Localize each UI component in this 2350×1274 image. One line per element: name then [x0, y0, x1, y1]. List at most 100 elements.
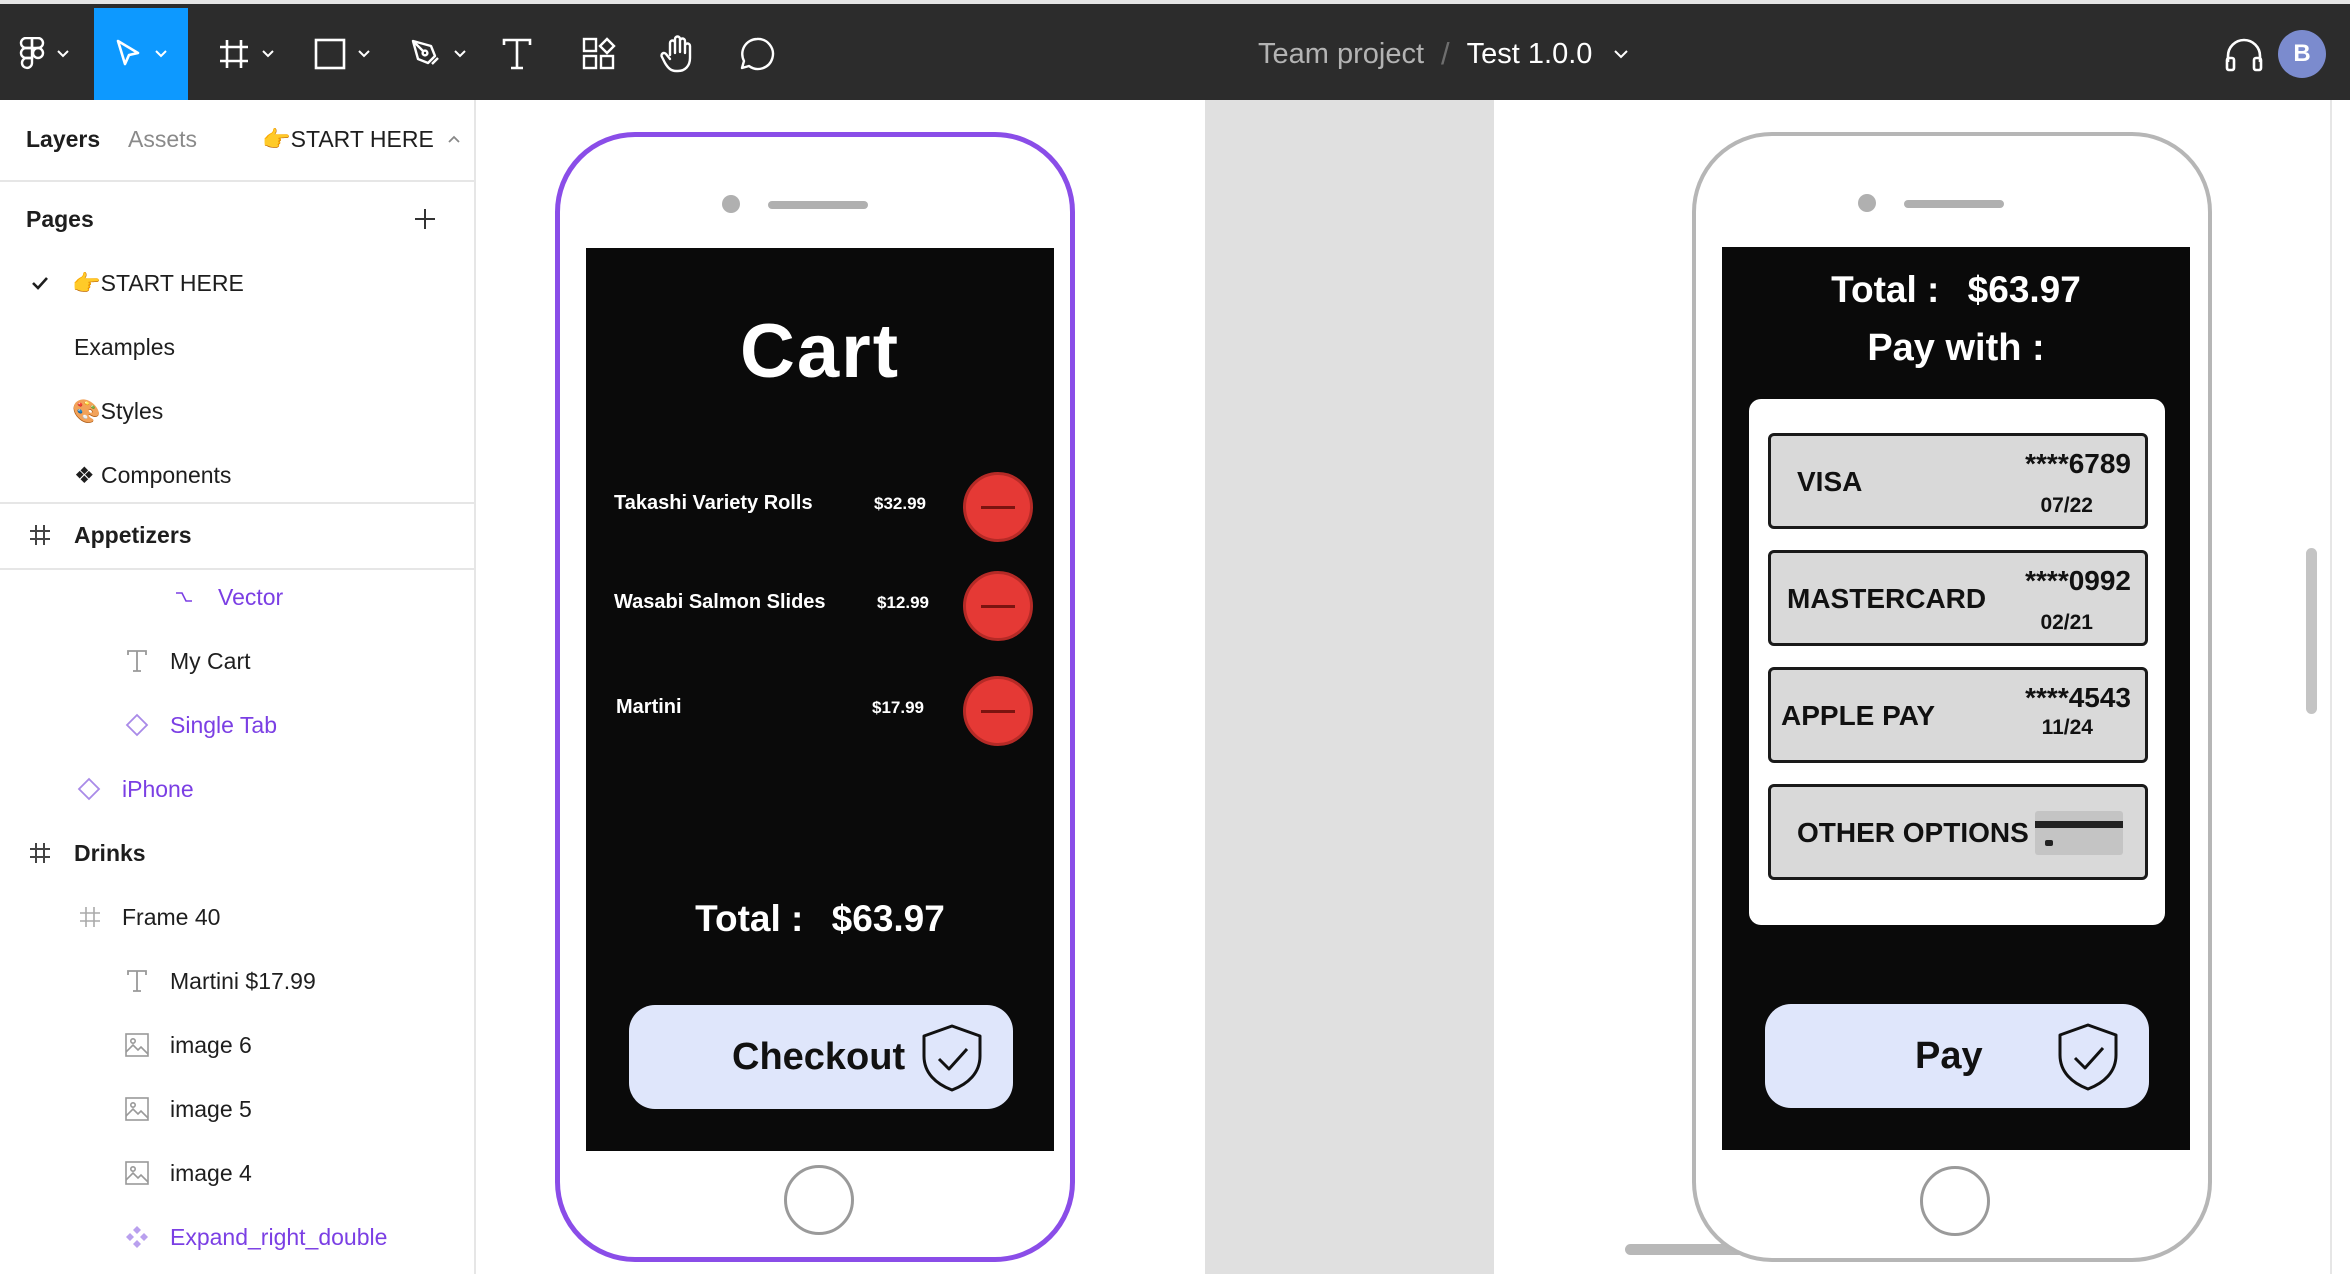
tab-assets[interactable]: Assets: [128, 126, 197, 153]
pay-button[interactable]: Pay: [1765, 1004, 2149, 1108]
text-tool-icon: [502, 38, 532, 70]
figma-editor: Team project / Test 1.0.0 B Layers Asset…: [0, 0, 2350, 1274]
comment-tool-button[interactable]: [737, 8, 777, 100]
hand-tool-button[interactable]: [658, 8, 698, 100]
layer-label: Appetizers: [74, 521, 192, 548]
image-icon: [124, 1160, 150, 1186]
pages-header: Pages: [0, 189, 474, 249]
layer-row-frame-40[interactable]: Frame 40: [0, 887, 474, 947]
current-page-label: 👉START HERE: [262, 126, 434, 152]
layer-label: Drinks: [74, 839, 146, 866]
cart-item: Wasabi Salmon Slides $12.99: [586, 571, 1054, 641]
image-icon: [124, 1032, 150, 1058]
page-item-components[interactable]: ❖ Components: [0, 445, 474, 505]
pay-with-heading: Pay with :: [1867, 327, 2045, 369]
layer-label: Single Tab: [170, 711, 277, 738]
chevron-down-icon: [358, 50, 370, 58]
layer-label: Vector: [218, 583, 284, 610]
minus-icon: [981, 604, 1015, 608]
minus-icon: [981, 709, 1015, 713]
cart-item-price: $32.99: [874, 494, 926, 513]
iphone-frame-payment[interactable]: Total : $63.97 Pay with : VISA ****6789 …: [1692, 132, 2212, 1262]
page-item-label: 👉START HERE: [72, 269, 244, 296]
headphones-icon: [2224, 38, 2264, 76]
layer-row-image-6[interactable]: image 6: [0, 1015, 474, 1075]
team-name-link[interactable]: Team project: [1258, 38, 1424, 71]
remove-item-button[interactable]: [963, 472, 1033, 542]
page-item-start-here[interactable]: 👉START HERE: [0, 253, 474, 313]
pen-tool-button[interactable]: [404, 8, 472, 100]
frame-tool-button[interactable]: [212, 8, 280, 100]
layer-row-drinks[interactable]: Drinks: [0, 823, 474, 883]
layer-row-appetizers[interactable]: Appetizers: [0, 505, 474, 565]
text-layer-icon: [126, 970, 148, 992]
audio-button[interactable]: [2224, 38, 2264, 77]
front-camera: [722, 195, 740, 213]
add-page-icon[interactable]: [410, 204, 440, 234]
layer-row-expand-right-double[interactable]: Expand_right_double: [0, 1207, 474, 1267]
user-avatar[interactable]: B: [2278, 30, 2326, 78]
layer-label: My Cart: [170, 647, 251, 674]
vertical-scrollbar[interactable]: [2306, 548, 2317, 714]
card-expiry: 07/22: [2040, 494, 2093, 517]
remove-item-button[interactable]: [963, 571, 1033, 641]
text-layer-icon: [126, 650, 148, 672]
cart-screen: Cart Takashi Variety Rolls $32.99 Wasabi…: [586, 248, 1054, 1151]
payment-method-visa[interactable]: VISA ****6789 07/22: [1768, 433, 2148, 529]
payment-method-mastercard[interactable]: MASTERCARD ****0992 02/21: [1768, 550, 2148, 646]
file-menu-chevron-icon[interactable]: [1614, 49, 1629, 59]
panel-tabs: Layers Assets 👉START HERE: [0, 100, 474, 182]
cart-item-price: $12.99: [877, 593, 929, 612]
payment-method-apple-pay[interactable]: APPLE PAY ****4543 11/24: [1768, 667, 2148, 763]
layer-label: iPhone: [122, 775, 194, 802]
page-item-label: 🎨Styles: [72, 397, 164, 424]
layer-row-single-tab[interactable]: Single Tab: [0, 695, 474, 755]
layer-row-iphone[interactable]: iPhone: [0, 759, 474, 819]
file-name[interactable]: Test 1.0.0: [1467, 38, 1593, 71]
page-item-label: Examples: [74, 333, 175, 360]
figma-menu-button[interactable]: [12, 8, 76, 100]
page-item-styles[interactable]: 🎨Styles: [0, 381, 474, 441]
payment-method-name: VISA: [1797, 466, 1863, 497]
current-page-switcher[interactable]: 👉START HERE: [262, 126, 460, 153]
design-canvas[interactable]: Cart Takashi Variety Rolls $32.99 Wasabi…: [477, 100, 2350, 1274]
move-tool-button[interactable]: [94, 8, 188, 100]
pages-title: Pages: [26, 205, 94, 232]
payment-screen: Total : $63.97 Pay with : VISA ****6789 …: [1722, 247, 2190, 1150]
tab-layers[interactable]: Layers: [26, 126, 100, 153]
total-value: $63.97: [831, 898, 945, 939]
frame-tool-icon: [218, 38, 250, 70]
total-value: $63.97: [1967, 269, 2081, 310]
toolbar: Team project / Test 1.0.0 B: [0, 0, 2350, 100]
remove-item-button[interactable]: [963, 676, 1033, 746]
figma-menu-icon: [19, 37, 45, 71]
payment-methods-list: VISA ****6789 07/22 MASTERCARD ****0992 …: [1749, 399, 2165, 925]
payment-method-other[interactable]: OTHER OPTIONS: [1768, 784, 2148, 880]
layer-row-martini-text[interactable]: Martini $17.99: [0, 951, 474, 1011]
shape-tool-button[interactable]: [308, 8, 376, 100]
instance-icon: [76, 776, 102, 802]
cart-total: Total : $63.97: [586, 898, 1054, 940]
checkout-button[interactable]: Checkout: [629, 1005, 1013, 1109]
layer-row-image-5[interactable]: image 5: [0, 1079, 474, 1139]
total-label: Total :: [695, 898, 804, 939]
layer-row-image-4[interactable]: image 4: [0, 1143, 474, 1203]
payment-method-name: OTHER OPTIONS: [1797, 817, 2029, 848]
iphone-frame-cart[interactable]: Cart Takashi Variety Rolls $32.99 Wasabi…: [555, 132, 1075, 1262]
layer-row-my-cart[interactable]: My Cart: [0, 631, 474, 691]
component-icon: [124, 1224, 150, 1250]
check-icon: [30, 273, 50, 293]
comment-icon: [739, 36, 775, 72]
shield-check-icon: [2055, 1022, 2121, 1097]
pen-tool-icon: [410, 38, 442, 70]
page-item-examples[interactable]: Examples: [0, 317, 474, 377]
card-number: ****6789: [2025, 448, 2131, 479]
home-button: [1920, 1166, 1990, 1236]
cart-item: Martini $17.99: [586, 676, 1054, 746]
text-tool-button[interactable]: [498, 8, 536, 100]
cart-item: Takashi Variety Rolls $32.99: [586, 472, 1054, 542]
layer-row-vector[interactable]: Vector: [0, 567, 474, 627]
resources-button[interactable]: [580, 8, 618, 100]
total-label: Total :: [1831, 269, 1940, 310]
frame-icon: [78, 905, 102, 929]
